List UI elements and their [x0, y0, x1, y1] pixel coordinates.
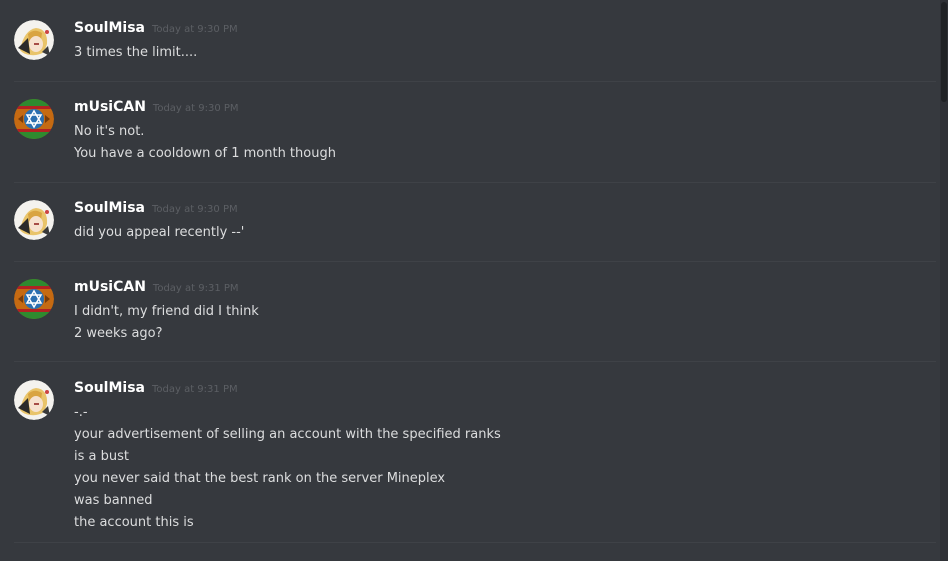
message-text: was banned [74, 493, 153, 508]
timestamp: Today at 9:30 PM [152, 103, 239, 114]
message-header: mUsiCAN Today at 9:30 PM [74, 99, 936, 121]
message-header: SoulMisa Today at 9:30 PM [74, 200, 936, 222]
soulmisa-avatar[interactable] [14, 200, 54, 240]
message-text: I didn't, my friend did I think [74, 304, 259, 319]
message-text: -.- [74, 405, 88, 420]
timestamp: Today at 9:30 PM [151, 24, 238, 35]
username[interactable]: mUsiCAN [74, 99, 146, 115]
message-content: SoulMisa Today at 9:31 PM -.- your adver… [74, 380, 936, 534]
username[interactable]: SoulMisa [74, 200, 145, 216]
chat-messages-area: SoulMisa Today at 9:30 PM 3 times the li… [0, 0, 948, 561]
scrollbar-thumb[interactable] [941, 2, 947, 102]
message-content: SoulMisa Today at 9:30 PM 3 times the li… [74, 20, 936, 64]
message-text: the account this is [74, 515, 194, 530]
message-text: your advertisement of selling an account… [74, 427, 501, 442]
username[interactable]: mUsiCAN [74, 279, 146, 295]
message-content: mUsiCAN Today at 9:30 PM No it's not. Yo… [74, 99, 936, 165]
message-divider [14, 182, 936, 183]
timestamp: Today at 9:31 PM [152, 283, 239, 294]
soulmisa-avatar[interactable] [14, 380, 54, 420]
timestamp: Today at 9:31 PM [151, 384, 238, 395]
message-group: mUsiCAN Today at 9:31 PM I didn't, my fr… [0, 279, 936, 345]
message-text: You have a cooldown of 1 month though [74, 146, 336, 161]
message-header: SoulMisa Today at 9:31 PM [74, 380, 936, 402]
musican-avatar[interactable] [14, 279, 54, 319]
message-text: you never said that the best rank on the… [74, 471, 446, 486]
timestamp: Today at 9:30 PM [151, 204, 238, 215]
musican-avatar[interactable] [14, 99, 54, 139]
message-header: SoulMisa Today at 9:30 PM [74, 20, 936, 42]
message-content: mUsiCAN Today at 9:31 PM I didn't, my fr… [74, 279, 936, 345]
message-text: 2 weeks ago? [74, 326, 163, 341]
message-text: did you appeal recently --' [74, 225, 245, 240]
username[interactable]: SoulMisa [74, 20, 145, 36]
message-group: SoulMisa Today at 9:30 PM did you appeal… [0, 200, 936, 242]
message-content: SoulMisa Today at 9:30 PM did you appeal… [74, 200, 936, 244]
username[interactable]: SoulMisa [74, 380, 145, 396]
soulmisa-avatar[interactable] [14, 20, 54, 60]
message-divider [14, 81, 936, 82]
message-text: is a bust [74, 449, 129, 464]
message-group: mUsiCAN Today at 9:30 PM No it's not. Yo… [0, 99, 936, 165]
scrollbar[interactable] [940, 0, 948, 561]
message-group: SoulMisa Today at 9:30 PM 3 times the li… [0, 20, 936, 62]
message-text: 3 times the limit.... [74, 45, 198, 60]
message-divider [14, 361, 936, 362]
message-group: SoulMisa Today at 9:31 PM -.- your adver… [0, 380, 936, 534]
message-divider [14, 261, 936, 262]
message-header: mUsiCAN Today at 9:31 PM [74, 279, 936, 301]
message-divider [14, 542, 936, 543]
message-text: No it's not. [74, 124, 145, 139]
